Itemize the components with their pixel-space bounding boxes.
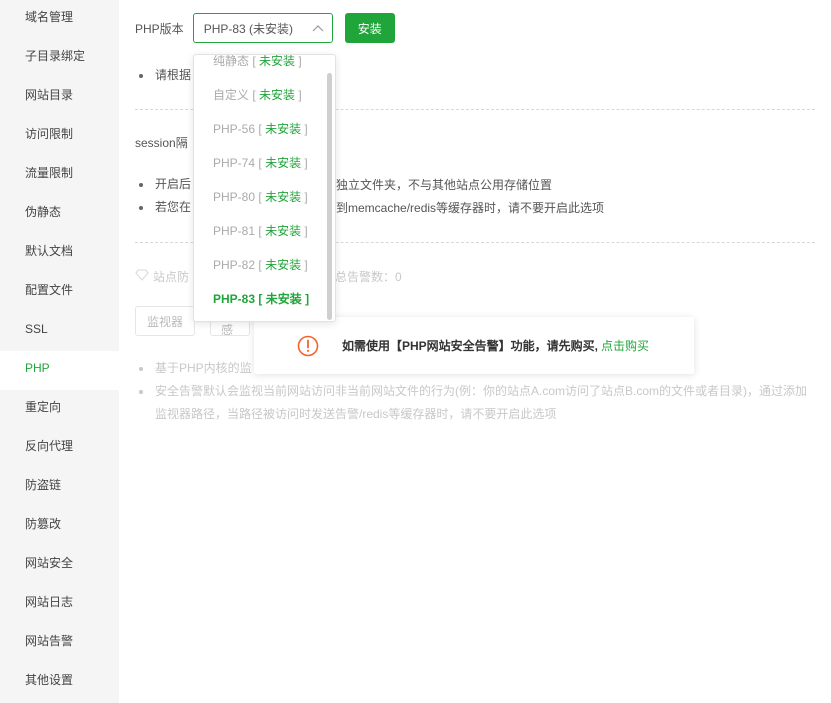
option-name: PHP-81 xyxy=(213,224,256,238)
sidebar-item-traffic-limit[interactable]: 流量限制 xyxy=(0,156,119,195)
sidebar-item-domain[interactable]: 域名管理 xyxy=(0,0,119,39)
option-status: 未安装 xyxy=(265,156,302,170)
bracket: ] xyxy=(298,54,302,68)
guard-note-2-line2: 监视器路径，当路径被访问时发送告警/redis等缓存器时，请不要开启此选项 xyxy=(155,407,557,421)
option-name: PHP-82 xyxy=(213,258,256,272)
bracket: ] xyxy=(304,258,308,272)
php-note-item: 请根据 xyxy=(135,64,191,87)
dropdown-option-php80[interactable]: PHP-80 [ 未安装 ] xyxy=(194,180,327,214)
php-version-dropdown: 纯静态 [ 未安装 ] 自定义 [ 未安装 ] PHP-56 [ 未安装 ] P… xyxy=(193,54,336,322)
sidebar-item-site-security[interactable]: 网站安全 xyxy=(0,546,119,585)
sidebar-item-default-doc[interactable]: 默认文档 xyxy=(0,234,119,273)
sidebar-item-ssl[interactable]: SSL xyxy=(0,312,119,351)
guard-alert-count: 总告警数：0 xyxy=(335,270,402,284)
sidebar: 域名管理 子目录绑定 网站目录 访问限制 流量限制 伪静态 默认文档 配置文件 … xyxy=(0,0,119,703)
sidebar-item-tamper-proof[interactable]: 防篡改 xyxy=(0,507,119,546)
bracket: [ xyxy=(252,54,256,68)
alert-message: 如需使用【PHP网站安全告警】功能，请先购买, 点击购买 xyxy=(342,337,649,354)
option-status: 未安装 xyxy=(265,190,302,204)
sidebar-item-site-dir[interactable]: 网站目录 xyxy=(0,78,119,117)
option-status: 未安装 xyxy=(265,122,302,136)
dropdown-option-php83[interactable]: PHP-83 [ 未安装 ] xyxy=(194,282,327,316)
chevron-up-icon xyxy=(304,14,332,42)
option-name: PHP-74 xyxy=(213,156,256,170)
dropdown-option-static[interactable]: 纯静态 [ 未安装 ] xyxy=(194,54,327,78)
bracket: ] xyxy=(304,224,308,238)
bracket: [ xyxy=(252,88,256,102)
alert-text: 如需使用【PHP网站安全告警】功能，请先购买, xyxy=(342,339,599,353)
dropdown-option-php56[interactable]: PHP-56 [ 未安装 ] xyxy=(194,112,327,146)
option-status: 未安装 xyxy=(259,54,296,68)
buy-link[interactable]: 点击购买 xyxy=(601,339,649,353)
sidebar-item-site-alert[interactable]: 网站告警 xyxy=(0,624,119,663)
option-status: 未安装 xyxy=(259,88,296,102)
dropdown-option-custom[interactable]: 自定义 [ 未安装 ] xyxy=(194,78,327,112)
dropdown-option-php81[interactable]: PHP-81 [ 未安装 ] xyxy=(194,214,327,248)
option-name: PHP-80 xyxy=(213,190,256,204)
sidebar-item-access-limit[interactable]: 访问限制 xyxy=(0,117,119,156)
bracket: [ xyxy=(258,224,262,238)
guard-note-2: 安全告警默认会监视当前网站访问非当前网站文件的行为(例：你的站点A.com访问了… xyxy=(135,380,807,426)
session-title: session隔 xyxy=(135,136,188,150)
session-note-1: 开启后 xyxy=(135,173,191,196)
bracket: [ xyxy=(258,156,262,170)
bracket: ] xyxy=(304,156,308,170)
guard-label: 站点防 xyxy=(153,270,190,284)
sidebar-item-other-settings[interactable]: 其他设置 xyxy=(0,663,119,702)
bracket: [ xyxy=(258,292,263,306)
sidebar-item-php[interactable]: PHP xyxy=(0,351,119,390)
bracket: ] xyxy=(304,190,308,204)
guard-row: 站点防 xyxy=(135,268,189,285)
dropdown-scrollbar[interactable] xyxy=(327,73,332,320)
install-button[interactable]: 安装 xyxy=(344,13,395,43)
diamond-icon xyxy=(135,269,149,284)
bracket: ] xyxy=(305,292,310,306)
session-note-2: 若您在 xyxy=(135,196,191,219)
bracket: ] xyxy=(304,122,308,136)
guard-note-2-line1: 安全告警默认会监视当前网站访问非当前网站文件的行为(例：你的站点A.com访问了… xyxy=(155,384,808,398)
option-name: PHP-56 xyxy=(213,122,256,136)
sidebar-item-hotlink[interactable]: 防盗链 xyxy=(0,468,119,507)
option-name: 纯静态 xyxy=(213,54,250,68)
option-name: 自定义 xyxy=(213,88,250,102)
sidebar-item-config[interactable]: 配置文件 xyxy=(0,273,119,312)
php-version-row: PHP版本 PHP-83 (未安装) 安装 xyxy=(135,13,395,43)
purchase-alert: 如需使用【PHP网站安全告警】功能，请先购买, 点击购买 xyxy=(254,317,694,374)
sidebar-item-reverse-proxy[interactable]: 反向代理 xyxy=(0,429,119,468)
php-version-select[interactable]: PHP-83 (未安装) xyxy=(192,13,333,43)
session-notes: 开启后 若您在 xyxy=(135,173,191,219)
php-version-label: PHP版本 xyxy=(135,21,184,36)
warning-circle-icon xyxy=(297,335,319,360)
session-note-1-tail: 独立文件夹，不与其他站点公用存储位置 xyxy=(336,178,553,192)
dropdown-option-php82[interactable]: PHP-82 [ 未安装 ] xyxy=(194,248,327,282)
dropdown-option-php74[interactable]: PHP-74 [ 未安装 ] xyxy=(194,146,327,180)
bracket: ] xyxy=(298,88,302,102)
php-notes: 请根据 xyxy=(135,64,191,87)
monitor-button[interactable]: 监视器 xyxy=(135,306,196,336)
sidebar-item-rewrite[interactable]: 伪静态 xyxy=(0,195,119,234)
option-status: 未安装 xyxy=(265,258,302,272)
php-version-value: PHP-83 (未安装) xyxy=(203,21,294,36)
option-name: PHP-83 xyxy=(213,292,256,306)
bracket: [ xyxy=(258,258,262,272)
option-status: 未安装 xyxy=(265,292,302,306)
sidebar-item-site-log[interactable]: 网站日志 xyxy=(0,585,119,624)
bracket: [ xyxy=(258,122,262,136)
sidebar-item-redirect[interactable]: 重定向 xyxy=(0,390,119,429)
session-note-2-tail: 到memcache/redis等缓存器时，请不要开启此选项 xyxy=(336,201,605,215)
sidebar-item-subdir[interactable]: 子目录绑定 xyxy=(0,39,119,78)
bracket: [ xyxy=(258,190,262,204)
option-status: 未安装 xyxy=(265,224,302,238)
